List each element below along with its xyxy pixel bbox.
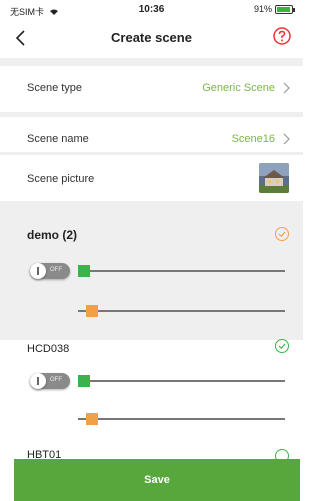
scene-type-value: Generic Scene — [202, 82, 275, 94]
slider-handle-orange[interactable] — [86, 305, 98, 317]
scene-picture-thumbnail[interactable] — [259, 163, 289, 193]
help-icon[interactable] — [273, 27, 291, 45]
save-button[interactable]: Save — [14, 459, 300, 501]
slider-handle-green[interactable] — [78, 265, 90, 277]
battery-indicator: 91% — [253, 4, 295, 14]
device-card: HBT01 — [0, 440, 303, 459]
device-switch-toggle[interactable]: OFF — [30, 373, 70, 389]
slider-handle-orange[interactable] — [86, 413, 98, 425]
device-switch-toggle[interactable]: OFF — [30, 263, 70, 279]
scene-name-label: Scene name — [27, 133, 89, 145]
nav-bar: Create scene — [0, 20, 303, 58]
scene-picture-label: Scene picture — [27, 173, 95, 185]
scene-name-value: Scene16 — [231, 133, 275, 145]
slider-track — [78, 310, 285, 312]
color-temp-slider[interactable] — [78, 305, 285, 317]
battery-icon — [275, 4, 295, 14]
scene-picture-row[interactable]: Scene picture — [0, 155, 303, 201]
toggle-state-label: OFF — [50, 267, 62, 273]
green-check-icon[interactable] — [274, 338, 290, 354]
section-spacer — [0, 58, 303, 66]
orange-check-icon[interactable] — [274, 226, 290, 242]
toggle-knob — [30, 373, 46, 389]
green-check-icon[interactable] — [274, 448, 290, 459]
battery-percent: 91% — [253, 4, 272, 14]
page-title: Create scene — [111, 30, 192, 45]
toggle-knob — [30, 263, 46, 279]
brightness-slider[interactable] — [78, 375, 285, 387]
device-card: demo (2) OFF — [0, 204, 303, 340]
status-bar: 无SIM卡 10:36 91% — [0, 0, 303, 20]
scene-type-row[interactable]: Scene type Generic Scene — [0, 66, 303, 112]
toggle-i-mark — [37, 267, 39, 275]
device-name: demo (2) — [27, 228, 78, 242]
device-name: HBT01 — [27, 449, 62, 459]
color-temp-slider[interactable] — [78, 413, 285, 425]
slider-track — [78, 380, 285, 382]
battery-fill — [277, 6, 290, 12]
device-name: HCD038 — [27, 343, 70, 355]
chevron-right-icon — [283, 82, 290, 94]
device-card: HCD038 OFF — [0, 338, 303, 440]
chevron-right-icon — [283, 133, 290, 145]
slider-handle-green[interactable] — [78, 375, 90, 387]
slider-track — [78, 270, 285, 272]
brightness-slider[interactable] — [78, 265, 285, 277]
scene-type-label: Scene type — [27, 82, 83, 94]
toggle-i-mark — [37, 377, 39, 385]
slider-track — [78, 418, 285, 420]
toggle-state-label: OFF — [50, 377, 62, 383]
